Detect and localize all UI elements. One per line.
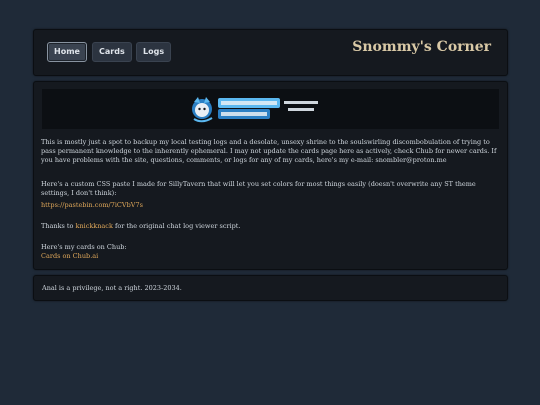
- intro-paragraph: This is mostly just a spot to backup my …: [41, 138, 497, 164]
- site-title: Snommy's Corner: [352, 39, 491, 55]
- cards-paragraph: Here's my cards on Chub:: [41, 243, 127, 251]
- banner-logo-image: [192, 97, 318, 123]
- thanks-suffix: for the original chat log viewer script.: [112, 222, 241, 230]
- knickknack-link[interactable]: knickknack: [76, 222, 113, 230]
- thanks-paragraph: Thanks to knickknack for the original ch…: [41, 222, 503, 231]
- mascot-icon: [192, 97, 213, 123]
- nav-logs-button[interactable]: Logs: [136, 42, 172, 62]
- nav-home-button[interactable]: Home: [47, 42, 87, 62]
- thanks-prefix: Thanks to: [41, 222, 76, 230]
- pastebin-link[interactable]: https://pastebin.com/7iCVbV7s: [41, 201, 143, 209]
- cards-link-row: Cards on Chub.ai: [41, 252, 503, 261]
- logo-lettering: [218, 98, 318, 119]
- banner: [42, 89, 499, 129]
- nav-cards-button[interactable]: Cards: [92, 42, 132, 62]
- footer-panel: Anal is a privilege, not a right. 2023-2…: [33, 275, 508, 301]
- css-link-row: https://pastebin.com/7iCVbV7s: [41, 201, 503, 210]
- css-paragraph: Here's a custom CSS paste I made for Sil…: [41, 180, 476, 197]
- footer-text: Anal is a privilege, not a right. 2023-2…: [42, 284, 182, 292]
- chub-cards-link[interactable]: Cards on Chub.ai: [41, 252, 98, 260]
- main-panel: This is mostly just a spot to backup my …: [33, 81, 508, 270]
- header-panel: Home Cards Logs Snommy's Corner: [33, 29, 508, 76]
